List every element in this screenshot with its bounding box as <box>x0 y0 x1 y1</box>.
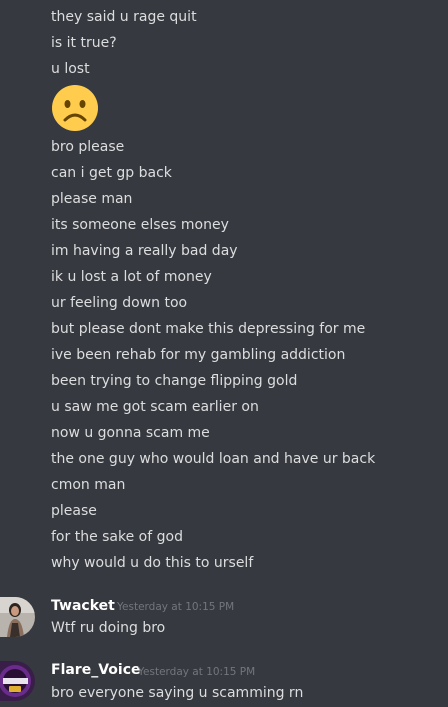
chat-messages: they said u rage quit is it true? u lost… <box>0 0 448 707</box>
message-line: now u gonna scam me <box>51 425 210 441</box>
message-line: ive been rehab for my gambling addiction <box>51 347 346 363</box>
frowning-face-icon <box>52 85 98 131</box>
message-line: bro everyone saying u scamming rn <box>51 685 304 701</box>
message-line: is it true? <box>51 35 117 51</box>
message-line: cmon man <box>51 477 126 493</box>
message-line: its someone elses money <box>51 217 229 233</box>
message-line: why would u do this to urself <box>51 555 254 571</box>
message-line: Wtf ru doing bro <box>51 620 166 636</box>
message-line: the one guy who would loan and have ur b… <box>51 451 376 467</box>
user-logo-icon <box>0 661 35 701</box>
message-line: for the sake of god <box>51 529 183 545</box>
message-line: please man <box>51 191 133 207</box>
message-line: bro please <box>51 139 125 155</box>
user-photo-icon <box>0 597 35 637</box>
timestamp: Yesterday at 10:15 PM <box>117 601 235 613</box>
message-line: can i get gp back <box>51 165 172 181</box>
message-line: u saw me got scam earlier on <box>51 399 259 415</box>
author-name[interactable]: Twacket <box>51 596 115 616</box>
message-line: u lost <box>51 61 90 77</box>
avatar-flare-voice[interactable] <box>0 661 35 701</box>
avatar-twacket[interactable] <box>0 597 35 637</box>
message-line: please <box>51 503 97 519</box>
message-line: been trying to change flipping gold <box>51 373 298 389</box>
author-name[interactable]: Flare_Voice <box>51 660 141 680</box>
message-line: they said u rage quit <box>51 9 197 25</box>
timestamp: Yesterday at 10:15 PM <box>138 666 256 678</box>
message-line: im having a really bad day <box>51 243 238 259</box>
message-line: ur feeling down too <box>51 295 188 311</box>
message-line: but please dont make this depressing for… <box>51 321 366 337</box>
message-line: ik u lost a lot of money <box>51 269 212 285</box>
